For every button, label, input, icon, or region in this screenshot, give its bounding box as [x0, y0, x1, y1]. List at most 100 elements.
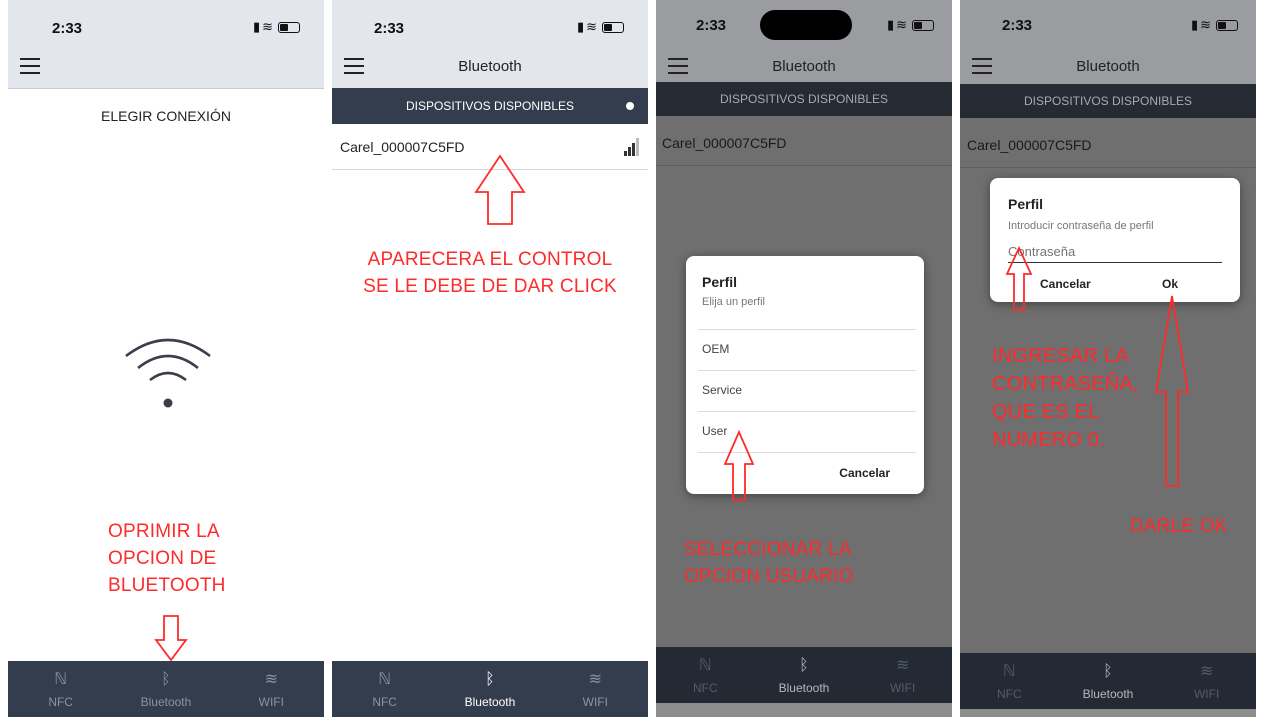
annotation-select-user: SELECCIONAR LA OPCION USUARIO: [684, 536, 854, 590]
annotation-line: SELECCIONAR LA: [684, 539, 852, 560]
wifi-icon: ≋: [1199, 663, 1214, 680]
wifi-icon: ≋: [895, 657, 910, 674]
screen-enter-password: 2:33 ▮≋ Bluetooth DISPOSITIVOS DISPONIBL…: [960, 0, 1256, 717]
password-input[interactable]: [1008, 240, 1222, 263]
tab-bluetooth[interactable]: ᛒ Bluetooth: [755, 647, 854, 703]
bluetooth-icon: ᛒ: [161, 671, 171, 688]
bluetooth-icon: ᛒ: [799, 657, 809, 674]
status-time: 2:33: [374, 20, 405, 37]
annotation-line: NUMERO 0.: [992, 429, 1105, 451]
option-label: Service: [702, 383, 743, 397]
tab-bluetooth[interactable]: ᛒ Bluetooth: [113, 661, 218, 717]
tab-label: Bluetooth: [1082, 687, 1134, 701]
hamburger-icon[interactable]: [20, 58, 40, 74]
annotation-line: QUE ES EL: [992, 401, 1100, 423]
section-title: DISPOSITIVOS DISPONIBLES: [719, 92, 889, 106]
bottom-tab-bar: ℕ NFC ᛒ Bluetooth ≋ WIFI: [8, 661, 324, 717]
annotation-line: OPRIMIR LA: [108, 521, 220, 542]
wifi-icon: ≋: [588, 671, 602, 688]
app-bar: [8, 48, 324, 89]
wifi-status-icon: ≋: [896, 17, 909, 32]
tab-wifi[interactable]: ≋ WIFI: [219, 661, 324, 717]
status-icons: ▮≋: [887, 17, 934, 33]
tab-bluetooth[interactable]: ᛒ Bluetooth: [1059, 653, 1158, 709]
battery-icon: [1216, 20, 1238, 32]
wifi-icon: ≋: [264, 671, 278, 688]
tab-nfc[interactable]: ℕ NFC: [8, 661, 113, 717]
status-icons: ▮≋: [253, 19, 300, 35]
annotation-press-bluetooth: OPRIMIR LA OPCION DE BLUETOOTH: [108, 518, 226, 599]
annotation-line: INGRESAR LA: [992, 345, 1129, 367]
wifi-status-icon: ≋: [262, 19, 275, 34]
home-indicator-bar: [960, 709, 1256, 717]
device-row[interactable]: Carel_000007C5FD: [960, 122, 1256, 168]
annotation-line: OPCION USUARIO: [684, 566, 854, 587]
battery-icon: [602, 22, 624, 34]
annotation-click-device: APARECERA EL CONTROL SE LE DEBE DE DAR C…: [332, 246, 648, 300]
battery-icon: [278, 22, 300, 34]
section-header: DISPOSITIVOS DISPONIBLES: [960, 84, 1256, 118]
status-icons: ▮≋: [1191, 17, 1238, 33]
tab-label: WIFI: [1193, 687, 1220, 701]
wifi-large-icon: [125, 338, 211, 408]
app-bar: Bluetooth: [960, 48, 1256, 88]
status-time: 2:33: [1002, 17, 1033, 34]
tab-label: Bluetooth: [778, 681, 830, 695]
status-bar: 2:33 ▮≋: [8, 0, 324, 48]
device-row[interactable]: Carel_000007C5FD: [656, 120, 952, 166]
tab-bluetooth[interactable]: ᛒ Bluetooth: [437, 661, 542, 717]
tab-wifi[interactable]: ≋ WIFI: [543, 661, 648, 717]
screen-bluetooth-devices: 2:33 ▮≋ Bluetooth DISPOSITIVOS DISPONIBL…: [332, 0, 648, 717]
annotation-line: OPCION DE: [108, 548, 217, 569]
screen-choose-connection: 2:33 ▮≋ ELEGIR CONEXIÓN OPRIMIR LA OPCIO…: [8, 0, 324, 717]
cancel-button[interactable]: Cancelar: [839, 466, 890, 480]
tab-nfc[interactable]: ℕ NFC: [960, 653, 1059, 709]
home-indicator-bar: [656, 703, 952, 717]
profile-option-service[interactable]: Service: [698, 370, 916, 411]
tab-wifi[interactable]: ≋ WIFI: [853, 647, 952, 703]
tab-nfc[interactable]: ℕ NFC: [656, 647, 755, 703]
device-name: Carel_000007C5FD: [340, 139, 465, 155]
arrow-up-annotation: [474, 154, 526, 225]
ok-button[interactable]: Ok: [1162, 277, 1178, 291]
app-bar-title: Bluetooth: [1076, 58, 1140, 75]
tab-wifi[interactable]: ≋ WIFI: [1157, 653, 1256, 709]
bottom-tab-bar: ℕ NFC ᛒ Bluetooth ≋ WIFI: [656, 647, 952, 703]
signal-strength-icon: [624, 138, 639, 156]
bottom-tab-bar: ℕ NFC ᛒ Bluetooth ≋ WIFI: [332, 661, 648, 717]
scan-indicator-icon: [626, 102, 634, 110]
app-bar: Bluetooth: [332, 48, 648, 89]
arrow-down-annotation: [154, 615, 188, 662]
status-time: 2:33: [52, 20, 83, 37]
arrow-up-annotation: [723, 429, 755, 501]
cellular-signal-icon: ▮: [886, 17, 897, 32]
status-bar: 2:33 ▮≋: [960, 0, 1256, 48]
dynamic-island: [760, 10, 852, 40]
tab-label: NFC: [692, 681, 718, 695]
dialog-subtitle: Introducir contraseña de perfil: [1008, 220, 1154, 232]
cancel-button[interactable]: Cancelar: [1040, 277, 1091, 291]
nfc-icon: ℕ: [698, 657, 712, 674]
status-time: 2:33: [696, 17, 727, 34]
bluetooth-icon: ᛒ: [485, 671, 495, 688]
cellular-signal-icon: ▮: [252, 19, 263, 34]
bottom-tab-bar: ℕ NFC ᛒ Bluetooth ≋ WIFI: [960, 653, 1256, 709]
annotation-line: BLUETOOTH: [108, 575, 226, 596]
device-name: Carel_000007C5FD: [967, 137, 1092, 153]
dialog-subtitle: Elija un perfil: [702, 296, 765, 308]
profile-option-oem[interactable]: OEM: [698, 329, 916, 370]
section-header: DISPOSITIVOS DISPONIBLES: [656, 82, 952, 116]
tab-label: NFC: [996, 687, 1022, 701]
tab-label: Bluetooth: [464, 695, 516, 709]
cellular-signal-icon: ▮: [1190, 17, 1201, 32]
screen-choose-profile: 2:33 ▮≋ Bluetooth DISPOSITIVOS DISPONIBL…: [656, 0, 952, 717]
battery-icon: [912, 20, 934, 32]
tab-label: Bluetooth: [140, 695, 192, 709]
status-bar: 2:33 ▮≋: [332, 0, 648, 48]
dialog-title: Perfil: [702, 274, 738, 290]
bluetooth-icon: ᛒ: [1103, 663, 1113, 680]
nfc-icon: ℕ: [54, 671, 68, 688]
tab-nfc[interactable]: ℕ NFC: [332, 661, 437, 717]
arrow-up-annotation: [1005, 245, 1033, 311]
option-label: OEM: [702, 342, 730, 356]
